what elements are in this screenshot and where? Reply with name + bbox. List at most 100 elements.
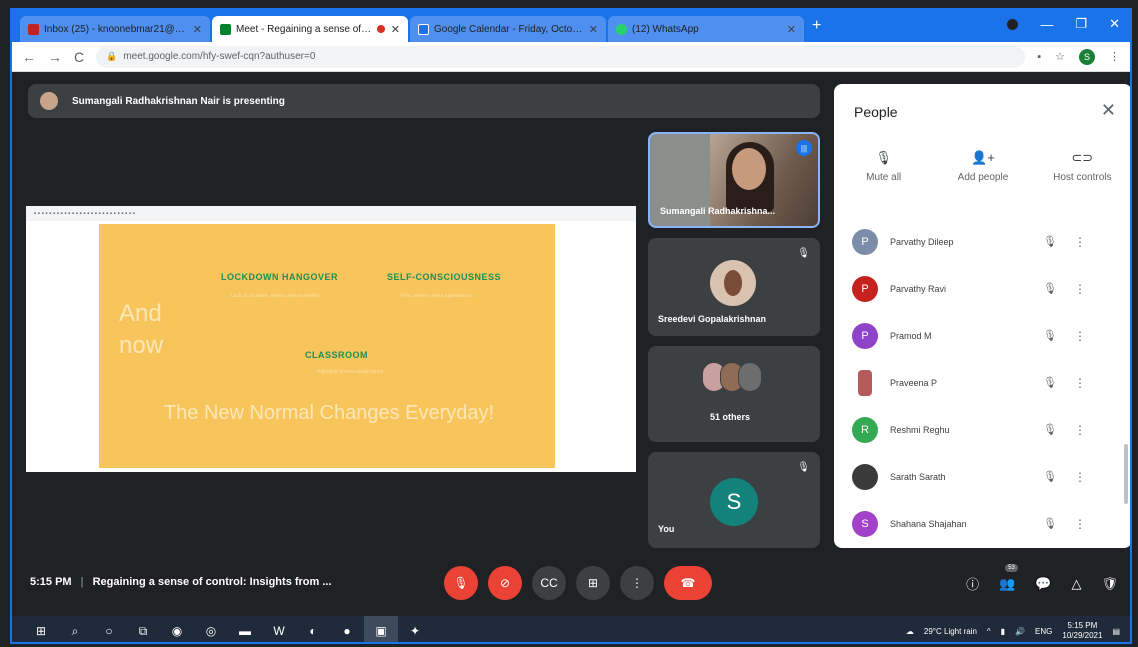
edge-icon[interactable]: ◉ <box>160 624 194 638</box>
windows-start-icon[interactable]: ⊞ <box>24 624 58 638</box>
tab-gmail[interactable]: Inbox (25) - knoonebmar21@gm... ✕ <box>20 16 210 42</box>
add-people-button[interactable]: 👤+ Add people <box>940 150 1026 183</box>
meeting-control-bar: 5:15 PM | Regaining a sense of control: … <box>12 556 1130 610</box>
activities-icon[interactable]: △ <box>1071 576 1081 592</box>
list-item[interactable]: Praveena P 🎙 ⋮ <box>834 359 1130 406</box>
profile-avatar[interactable]: S <box>1079 48 1095 65</box>
close-window-icon[interactable]: ✕ <box>1109 16 1120 32</box>
close-icon[interactable]: ✕ <box>1101 100 1116 121</box>
minimize-icon[interactable]: — <box>1040 17 1053 32</box>
maximize-icon[interactable]: ❐ <box>1075 16 1087 32</box>
mic-off-icon[interactable]: 🎙 <box>1030 376 1070 389</box>
list-item[interactable]: P Pramod M 🎙 ⋮ <box>834 312 1130 359</box>
add-person-icon: 👤+ <box>971 150 995 165</box>
participant-list: P Parvathy Dileep 🎙 ⋮ P Parvathy Ravi 🎙 … <box>834 218 1130 547</box>
new-tab-icon[interactable]: + <box>812 17 821 35</box>
lock-icon: 🔒 <box>106 51 118 61</box>
list-item[interactable]: Sarath Sarath 🎙 ⋮ <box>834 453 1130 500</box>
list-item[interactable]: S Shahana Shajahan 🎙 ⋮ <box>834 500 1130 547</box>
slide-toolbar: ▪ ▪ ▪ ▪ ▪ ▪ ▪ ▪ ▪ ▪ ▪ ▪ ▪ ▪ ▪ ▪ ▪ ▪ ▪ ▪ … <box>26 206 636 221</box>
participant-tile-you[interactable]: 🎙 S You <box>648 452 820 548</box>
people-title: People <box>854 104 898 120</box>
toggle-icon: ⊂⊃ <box>1071 150 1094 165</box>
captions-button[interactable]: CC <box>532 566 566 600</box>
system-tray: ☁ 29°C Light rain ^ ▮ 🔊 ENG 5:15 PM 10/2… <box>906 616 1120 642</box>
participant-name: Reshmi Reghu <box>890 424 950 435</box>
list-item[interactable]: P Parvathy Dileep 🎙 ⋮ <box>834 218 1130 265</box>
file-explorer-icon[interactable]: ▬ <box>228 624 262 638</box>
slide-sub-2: Fear, anxiety about appearance <box>401 293 472 299</box>
present-button[interactable]: ⊞ <box>576 566 610 600</box>
participant-tile-others[interactable]: 51 others <box>648 346 820 442</box>
chevron-up-icon[interactable]: ^ <box>987 627 991 636</box>
info-icon[interactable]: ⓘ <box>966 574 979 593</box>
app-icon[interactable]: ● <box>330 624 364 638</box>
mic-off-icon[interactable]: 🎙 <box>1030 423 1070 436</box>
more-options-icon[interactable]: ⋮ <box>1070 376 1090 390</box>
people-button[interactable]: 53 👥 <box>999 563 1018 592</box>
more-options-icon[interactable]: ⋮ <box>1070 329 1090 343</box>
participant-name: Praveena P <box>890 377 938 388</box>
list-item[interactable]: P Parvathy Ravi 🎙 ⋮ <box>834 265 1130 312</box>
chat-icon[interactable]: 💬 <box>1035 576 1051 592</box>
close-icon[interactable]: ✕ <box>391 23 400 36</box>
host-controls-button[interactable]: ⊂⊃ Host controls <box>1039 150 1125 183</box>
presenting-banner: Sumangali Radhakrishnan Nair is presenti… <box>28 84 820 118</box>
cortana-icon[interactable]: ○ <box>92 624 126 638</box>
clock[interactable]: 5:15 PM 10/29/2021 <box>1062 621 1102 641</box>
end-call-button[interactable]: ☎ <box>664 566 712 600</box>
more-options-icon[interactable]: ⋮ <box>1070 423 1090 437</box>
app-icon[interactable]: ✦ <box>398 624 432 638</box>
star-icon[interactable]: ☆ <box>1055 50 1065 63</box>
search-icon[interactable]: ⌕ <box>58 624 92 639</box>
presenting-text: Sumangali Radhakrishnan Nair is presenti… <box>72 95 285 107</box>
back-icon[interactable]: ← <box>22 49 36 65</box>
url-input[interactable]: 🔒 meet.google.com/hfy-swef-cqn?authuser=… <box>96 45 1026 68</box>
mic-toggle-button[interactable]: 🎙 <box>444 566 478 600</box>
more-options-icon[interactable]: ⋮ <box>1070 235 1090 249</box>
tab-calendar[interactable]: Google Calendar - Friday, Octob... ✕ <box>410 16 606 42</box>
word-icon[interactable]: W <box>262 624 296 638</box>
reload-icon[interactable]: C <box>74 49 84 65</box>
host-controls-icon[interactable]: 🛡 <box>1101 576 1118 592</box>
close-icon[interactable]: ✕ <box>787 23 796 36</box>
mic-off-icon: 🎙 <box>797 248 810 259</box>
forward-icon[interactable]: → <box>48 49 62 65</box>
mic-off-icon: 🎙 <box>875 150 892 165</box>
more-options-icon[interactable]: ⋮ <box>1070 517 1090 531</box>
weather-text[interactable]: 29°C Light rain <box>924 627 977 636</box>
firefox-icon[interactable]: ◐ <box>296 624 330 638</box>
more-options-icon[interactable]: ⋮ <box>1070 470 1090 484</box>
close-icon[interactable]: ✕ <box>193 23 202 36</box>
host-controls-label: Host controls <box>1053 172 1112 183</box>
mic-off-icon[interactable]: 🎙 <box>1030 470 1070 483</box>
tab-title: Google Calendar - Friday, Octob... <box>434 23 583 35</box>
menu-icon[interactable]: ⋮ <box>1109 50 1120 63</box>
close-icon[interactable]: ✕ <box>589 23 598 36</box>
mic-off-icon[interactable]: 🎙 <box>1030 235 1070 248</box>
tab-meet[interactable]: Meet - Regaining a sense of c... ✕ <box>212 16 408 42</box>
avatar: P <box>852 275 878 302</box>
list-item[interactable]: R Reshmi Reghu 🎙 ⋮ <box>834 406 1130 453</box>
camera-toggle-button[interactable]: ⊘ <box>488 566 522 600</box>
notifications-icon[interactable]: ▤ <box>1112 627 1120 636</box>
language-indicator[interactable]: ENG <box>1035 627 1052 636</box>
participant-tile-sreedevi[interactable]: 🎙 Sreedevi Gopalakrishnan <box>648 238 820 336</box>
camera-icon[interactable]: ▪ <box>1037 51 1041 63</box>
mute-all-button[interactable]: 🎙 Mute all <box>841 150 927 183</box>
network-icon[interactable]: ▮ <box>1001 627 1005 636</box>
chrome-icon[interactable]: ◎ <box>194 624 228 638</box>
mic-off-icon[interactable]: 🎙 <box>1030 282 1070 295</box>
scrollbar[interactable] <box>1124 444 1128 504</box>
participant-tile-presenter[interactable]: ||| Sumangali Radhakrishna... <box>648 132 820 228</box>
tab-strip: Inbox (25) - knoonebmar21@gm... ✕ Meet -… <box>12 10 1130 42</box>
more-options-button[interactable]: ⋮ <box>620 566 654 600</box>
mic-off-icon[interactable]: 🎙 <box>1030 329 1070 342</box>
mic-off-icon[interactable]: 🎙 <box>1030 517 1070 530</box>
volume-icon[interactable]: 🔊 <box>1015 627 1025 636</box>
tab-whatsapp[interactable]: (12) WhatsApp ✕ <box>608 16 804 42</box>
meet-taskbar-icon[interactable]: ▣ <box>364 616 398 642</box>
more-options-icon[interactable]: ⋮ <box>1070 282 1090 296</box>
taskbar: ⊞ ⌕ ○ ⧉ ◉ ◎ ▬ W ◐ ● ▣ ✦ ☁ 29°C Light rai… <box>12 616 1130 642</box>
task-view-icon[interactable]: ⧉ <box>126 624 160 639</box>
